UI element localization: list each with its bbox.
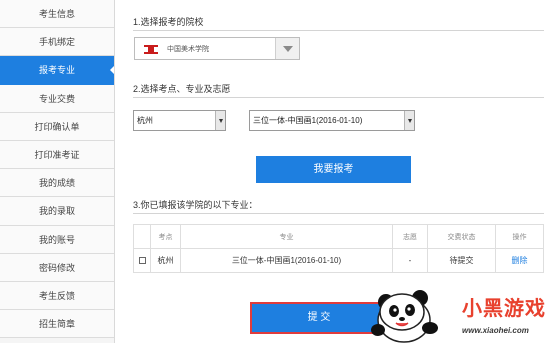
- step2-title: 2.选择考点、专业及志愿: [133, 84, 231, 94]
- applied-majors-table: 考点 专业 志愿 交费状态 操作 杭州 三位一体-中国画1(2016-01-10…: [133, 224, 544, 273]
- row-major: 三位一体-中国画1(2016-01-10): [180, 248, 393, 273]
- watermark-url: www.xiaohei.com: [462, 326, 529, 335]
- watermark: 小黑游戏 www.xiaohei.com: [362, 268, 556, 343]
- watermark-logo: 小黑游戏: [462, 292, 546, 321]
- sidebar-item[interactable]: 手机绑定: [0, 28, 114, 57]
- sidebar-item[interactable]: 专业交费: [0, 84, 114, 113]
- exam-site-select[interactable]: 杭州: [133, 110, 226, 131]
- sidebar-item[interactable]: 考生反馈: [0, 281, 114, 311]
- watermark-logo-text: 小黑游戏: [462, 298, 546, 320]
- major-value: 三位一体-中国画1(2016-01-10): [253, 116, 363, 125]
- sidebar-item[interactable]: 打印准考证: [0, 140, 114, 170]
- chevron-down-icon[interactable]: [275, 38, 299, 59]
- school-select[interactable]: 中国美术学院: [134, 37, 300, 60]
- sidebar-item[interactable]: 我的成绩: [0, 169, 114, 198]
- row-checkbox[interactable]: [133, 248, 151, 273]
- sidebar-item[interactable]: 我的录取: [0, 197, 114, 226]
- sidebar-item[interactable]: 报考专业: [0, 56, 114, 85]
- step3-title: 3.你已填报该学院的以下专业：: [133, 200, 258, 210]
- exam-site-value: 杭州: [137, 116, 153, 125]
- row-site: 杭州: [150, 248, 181, 273]
- divider: [133, 213, 544, 214]
- school-select-value: 中国美术学院: [167, 45, 209, 53]
- sidebar-item[interactable]: 考生信息: [0, 0, 114, 29]
- sidebar-item[interactable]: 我的账号: [0, 225, 114, 254]
- panda-mascot-icon: [371, 290, 438, 343]
- step1-title: 1.选择报考的院校: [133, 17, 204, 27]
- divider: [133, 30, 544, 31]
- major-select[interactable]: 三位一体-中国画1(2016-01-10): [249, 110, 415, 131]
- sidebar-item[interactable]: 打印确认单: [0, 112, 114, 141]
- sidebar-item[interactable]: 招生简章: [0, 310, 114, 339]
- table-header-action: 操作: [495, 224, 544, 249]
- school-logo-icon: [144, 44, 158, 54]
- sidebar-item[interactable]: 密码修改: [0, 253, 114, 282]
- divider: [133, 97, 544, 98]
- chevron-down-icon[interactable]: [404, 111, 414, 130]
- apply-button[interactable]: 我要报考: [256, 156, 411, 183]
- chevron-down-icon[interactable]: [215, 111, 225, 130]
- delete-link[interactable]: 删除: [512, 256, 528, 265]
- sidebar: 考生信息 手机绑定 报考专业 专业交费 打印确认单 打印准考证 我的成绩 我的录取 我的账号 密码…: [0, 0, 115, 343]
- table-header-major: 专业: [180, 224, 393, 249]
- table-header-status: 交费状态: [427, 224, 496, 249]
- table-header-choice: 志愿: [392, 224, 428, 249]
- table-header-select: [133, 224, 151, 249]
- table-header-site: 考点: [150, 224, 181, 249]
- checkbox-icon[interactable]: [138, 257, 146, 265]
